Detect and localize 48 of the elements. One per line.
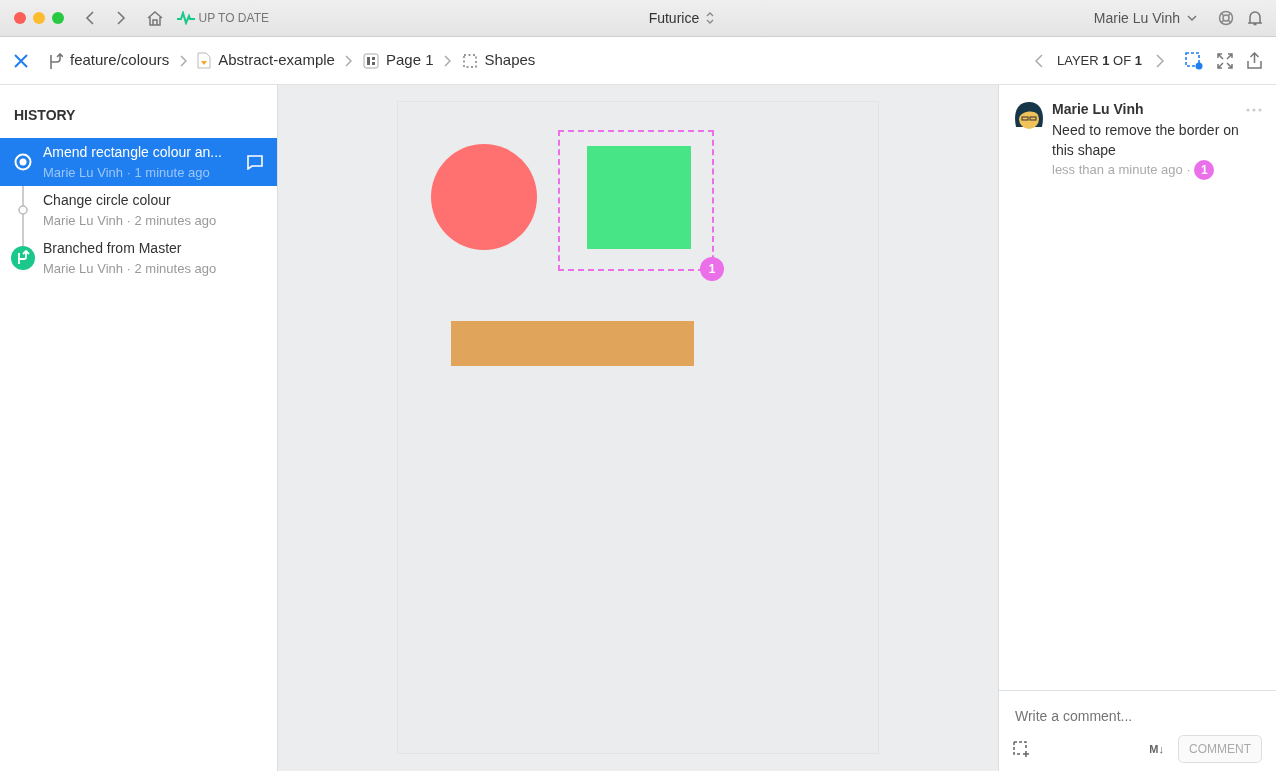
sync-status: UP TO DATE [198, 10, 269, 27]
commit-meta: Marie Lu Vinh · 2 minutes ago [43, 211, 218, 230]
markdown-indicator: M↓ [1149, 741, 1164, 757]
home-icon[interactable] [147, 10, 163, 26]
document-icon [197, 52, 212, 69]
add-selection-icon[interactable] [1013, 741, 1029, 757]
commit-icon [18, 205, 28, 215]
forward-icon[interactable] [116, 11, 126, 25]
back-icon[interactable] [85, 11, 95, 25]
history-item[interactable]: Change circle colour Marie Lu Vinh · 2 minutes ago [0, 186, 277, 234]
fullscreen-icon[interactable] [1217, 52, 1233, 69]
commit-title: Change circle colour [43, 190, 172, 210]
commit-meta: Marie Lu Vinh · 2 minutes ago [43, 259, 218, 278]
breadcrumb-link[interactable]: Page 1 [385, 49, 434, 72]
branch-icon [11, 246, 35, 270]
chevron-icon [179, 54, 187, 67]
artboard-icon [461, 52, 478, 69]
help-icon[interactable] [1218, 10, 1234, 26]
caret-icon [1187, 14, 1197, 22]
previous-layer-icon[interactable] [1034, 53, 1043, 68]
comment-author: Marie Lu Vinh [1052, 100, 1144, 119]
page-icon [362, 52, 379, 69]
share-icon[interactable] [1247, 52, 1262, 69]
close-icon[interactable] [14, 53, 28, 68]
breadcrumb-link[interactable]: feature/colours [70, 49, 170, 72]
selection-tool-icon[interactable] [1185, 51, 1203, 70]
up-down-chevron-icon [706, 11, 715, 25]
user-menu[interactable]: Marie Lu Vinh [1093, 7, 1197, 29]
notifications-icon[interactable] [1248, 10, 1262, 26]
breadcrumb-link[interactable]: Shapes [484, 49, 536, 72]
comment-time: less than a minute ago · [1052, 161, 1191, 180]
layer-counter: LAYER 1 OF 1 [1056, 51, 1142, 70]
close-window-icon[interactable] [14, 12, 26, 24]
commit-title: Amend rectangle colour an... [43, 142, 223, 162]
commit-meta: Marie Lu Vinh · 1 minute ago [43, 163, 211, 182]
comment-text: Need to remove the border on this shape [1052, 121, 1240, 160]
chevron-icon [444, 54, 451, 67]
history-heading: HISTORY [13, 106, 77, 125]
branch-icon [49, 52, 63, 69]
current-commit-icon [14, 153, 32, 171]
project-switcher[interactable]: Futurice [648, 7, 715, 29]
chevron-icon [345, 54, 353, 67]
history-item[interactable]: Amend rectangle colour an... Marie Lu Vinh · 1 minute ago [0, 138, 277, 186]
history-item[interactable]: Branched from Master Marie Lu Vinh · 2 minutes ago [0, 234, 277, 282]
commit-title: Branched from Master [43, 238, 183, 258]
next-layer-icon[interactable] [1156, 53, 1164, 68]
breadcrumb-link[interactable]: Abstract-example [218, 49, 335, 72]
pulse-icon [177, 11, 195, 25]
